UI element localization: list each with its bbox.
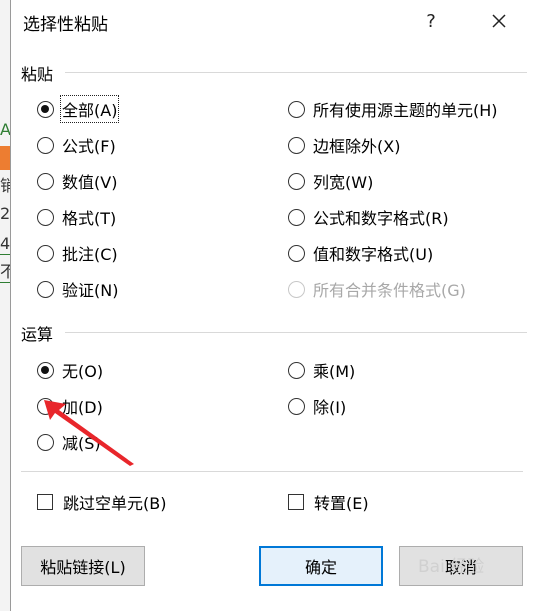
radio-icon xyxy=(288,361,305,379)
close-button[interactable] xyxy=(481,6,517,36)
radio-icon xyxy=(37,172,54,190)
paste-option-formats[interactable]: 格式(T) xyxy=(37,205,116,229)
watermark: Bai 经验 xyxy=(418,557,485,577)
paste-option-validation[interactable]: 验证(N) xyxy=(37,277,118,301)
option-label: 所有使用源主题的单元(H) xyxy=(313,101,498,120)
paste-option-formulas-number-formats[interactable]: 公式和数字格式(R) xyxy=(288,205,449,229)
option-label: 数值(V) xyxy=(62,173,118,192)
transpose-checkbox[interactable]: 转置(E) xyxy=(288,490,369,514)
option-label: 公式(F) xyxy=(62,137,116,156)
option-label: 所有合并条件格式(G) xyxy=(313,281,466,300)
skip-blanks-checkbox[interactable]: 跳过空单元(B) xyxy=(37,490,166,514)
paste-option-merge-conditional-formats: 所有合并条件格式(G) xyxy=(288,277,466,301)
radio-icon xyxy=(288,397,305,415)
radio-disabled-icon xyxy=(288,280,305,298)
checkbox-icon xyxy=(37,494,53,510)
paste-option-formulas[interactable]: 公式(F) xyxy=(37,133,116,157)
ok-button[interactable]: 确定 xyxy=(259,546,383,586)
paste-option-comments[interactable]: 批注(C) xyxy=(37,241,118,265)
radio-icon xyxy=(37,244,54,262)
checkbox-label: 跳过空单元(B) xyxy=(63,494,167,513)
radio-icon xyxy=(288,244,305,262)
option-label: 公式和数字格式(R) xyxy=(313,209,449,228)
option-label: 验证(N) xyxy=(62,281,119,300)
paste-special-dialog: 选择性粘贴 ? 粘贴 全部(A) 公式(F) 数值(V) 格式(T) 批注(C)… xyxy=(10,0,544,611)
help-button[interactable]: ? xyxy=(413,6,449,36)
option-label: 边框除外(X) xyxy=(313,137,401,156)
radio-icon xyxy=(288,100,305,118)
option-label: 乘(M) xyxy=(313,362,356,381)
operation-option-multiply[interactable]: 乘(M) xyxy=(288,358,355,382)
radio-checked-icon xyxy=(37,100,54,118)
radio-icon xyxy=(37,280,54,298)
option-label: 值和数字格式(U) xyxy=(313,245,434,264)
operation-option-divide[interactable]: 除(I) xyxy=(288,394,346,418)
divider xyxy=(65,332,527,333)
option-label: 全部(A) xyxy=(59,95,120,123)
operation-option-none[interactable]: 无(O) xyxy=(37,358,103,382)
option-label: 无(O) xyxy=(62,362,104,381)
option-label: 除(I) xyxy=(313,398,347,417)
checkbox-label: 转置(E) xyxy=(314,494,369,513)
radio-icon xyxy=(37,208,54,226)
paste-option-values[interactable]: 数值(V) xyxy=(37,169,117,193)
dialog-title: 选择性粘贴 xyxy=(23,15,108,35)
paste-option-all[interactable]: 全部(A) xyxy=(37,95,120,123)
radio-checked-icon xyxy=(37,361,54,379)
option-label: 批注(C) xyxy=(62,245,118,264)
radio-icon xyxy=(288,136,305,154)
paste-section-label: 粘贴 xyxy=(21,65,54,84)
paste-option-source-theme[interactable]: 所有使用源主题的单元(H) xyxy=(288,97,498,121)
divider xyxy=(65,72,527,73)
radio-icon xyxy=(288,208,305,226)
paste-option-except-borders[interactable]: 边框除外(X) xyxy=(288,133,400,157)
paste-option-column-widths[interactable]: 列宽(W) xyxy=(288,169,373,193)
paste-option-values-number-formats[interactable]: 值和数字格式(U) xyxy=(288,241,433,265)
checkbox-icon xyxy=(288,494,304,510)
operation-section-label: 运算 xyxy=(21,325,54,344)
divider xyxy=(21,471,523,472)
option-label: 格式(T) xyxy=(62,209,117,228)
annotation-arrow-icon xyxy=(44,400,134,466)
radio-icon xyxy=(288,172,305,190)
paste-link-button[interactable]: 粘贴链接(L) xyxy=(21,546,145,586)
close-icon xyxy=(492,14,506,28)
radio-icon xyxy=(37,136,54,154)
option-label: 列宽(W) xyxy=(313,173,374,192)
